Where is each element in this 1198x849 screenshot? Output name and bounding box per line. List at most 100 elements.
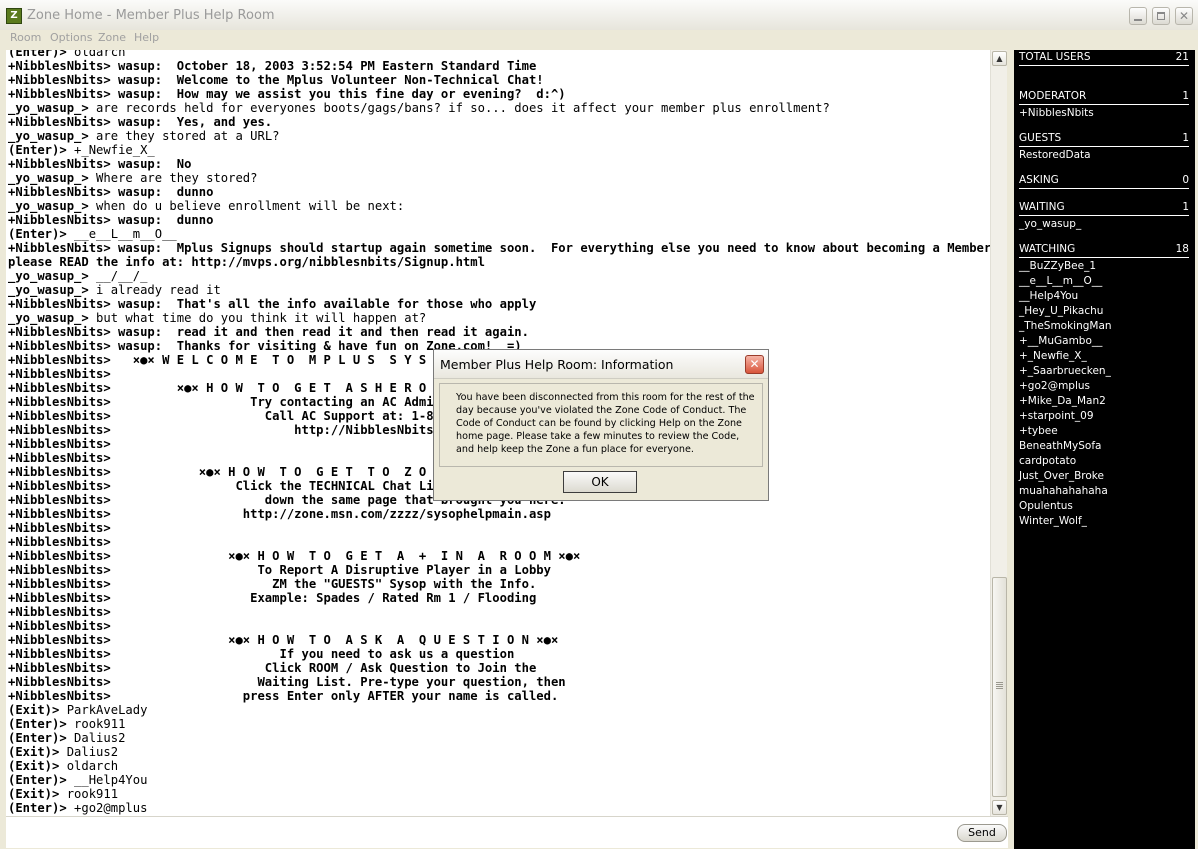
user-list-item[interactable]: +__MuGambo__ xyxy=(1019,335,1102,347)
user-list-item[interactable]: __Help4You xyxy=(1019,290,1078,302)
dialog-message-box: You have been disconnected from this roo… xyxy=(439,383,763,467)
chat-line-prefix: (Exit)> xyxy=(8,787,60,801)
chat-line: +NibblesNbits> xyxy=(8,619,111,633)
chat-line: (Enter)> __e__L__m__O__ xyxy=(8,227,990,241)
user-list-item[interactable]: RestoredData xyxy=(1019,149,1091,161)
user-list-item[interactable]: __BuZZyBee_1 xyxy=(1019,260,1096,272)
chat-line: +NibblesNbits> http://zone.msn.com/zzzz/… xyxy=(8,507,551,521)
user-list-item[interactable]: +NibblesNbits xyxy=(1019,107,1094,119)
menu-room[interactable]: Room xyxy=(10,31,41,44)
user-list-item[interactable]: BeneathMySofa xyxy=(1019,440,1101,452)
chat-line-prefix: _yo_wasup_> xyxy=(8,269,89,283)
chat-line: +NibblesNbits> ZM the "GUESTS" Sysop wit… xyxy=(8,577,537,591)
chat-line: +NibblesNbits> wasup: dunno xyxy=(8,213,214,227)
user-list-item[interactable]: Just_Over_Broke xyxy=(1019,470,1104,482)
chat-line-message: oldarch xyxy=(66,50,126,59)
chat-line-prefix: (Exit)> xyxy=(8,759,60,773)
chat-line: (Exit)> ParkAveLady xyxy=(8,703,990,717)
chat-line-prefix: _yo_wasup_> xyxy=(8,283,89,297)
chat-line: +NibblesNbits> wasup: How may we assist … xyxy=(8,87,566,101)
menu-help[interactable]: Help xyxy=(134,31,159,44)
chat-line: (Exit)> oldarch xyxy=(8,759,990,773)
section-count: 21 xyxy=(1175,51,1189,63)
scroll-down-button[interactable]: ▼ xyxy=(992,800,1007,815)
chat-line-message: rook911 xyxy=(66,717,126,731)
chat-line: (Enter)> oldarch xyxy=(8,50,990,59)
chat-line-message: Where are they stored? xyxy=(88,171,258,185)
chat-line-prefix: (Enter)> xyxy=(8,801,67,815)
user-section-header: ASKING 0 xyxy=(1019,174,1189,189)
chat-scrollbar[interactable]: ▲ ▼ xyxy=(990,50,1007,816)
ok-button[interactable]: OK xyxy=(563,471,637,493)
send-button[interactable]: Send xyxy=(957,824,1007,842)
chat-line: +NibblesNbits> ×●× H O W T O G E T A + I… xyxy=(8,549,581,563)
menu-options[interactable]: Options xyxy=(50,31,92,44)
user-list-item[interactable]: +tybee xyxy=(1019,425,1058,437)
maximize-icon xyxy=(1157,12,1165,20)
dialog-message: You have been disconnected from this roo… xyxy=(456,392,755,455)
chat-line-message: +_Newfie_X_ xyxy=(66,143,155,157)
menu-bar: Room Options Zone Help xyxy=(0,30,1198,48)
chat-line-prefix: _yo_wasup_> xyxy=(8,171,89,185)
chat-line-prefix: (Enter)> xyxy=(8,143,67,157)
user-list-item[interactable]: _Hey_U_Pikachu xyxy=(1019,305,1103,317)
chat-line-message: __Help4You xyxy=(66,773,148,787)
chat-line-message: when do u believe enrollment will be nex… xyxy=(88,199,405,213)
chat-line: (Enter)> rook911 xyxy=(8,717,990,731)
user-list-item[interactable]: Winter_Wolf_ xyxy=(1019,515,1087,527)
dialog-title-bar: Member Plus Help Room: Information ✕ xyxy=(434,350,768,379)
chat-line-prefix: (Exit)> xyxy=(8,745,60,759)
chat-line: +NibblesNbits> Example: Spades / Rated R… xyxy=(8,591,537,605)
user-section-header: MODERATOR 1 xyxy=(1019,90,1189,105)
chat-line: _yo_wasup_> are they stored at a URL? xyxy=(8,129,990,143)
chat-line-message: ParkAveLady xyxy=(59,703,148,717)
user-list-item[interactable]: _yo_wasup_ xyxy=(1019,218,1081,230)
user-section-header: WATCHING 18 xyxy=(1019,243,1189,258)
minimize-icon xyxy=(1134,19,1142,21)
chat-line: _yo_wasup_> when do u believe enrollment… xyxy=(8,199,990,213)
user-list-item[interactable]: __e__L__m__O__ xyxy=(1019,275,1102,287)
chat-line: +NibblesNbits> wasup: Yes, and yes. xyxy=(8,115,273,129)
chat-line: (Exit)> Dalius2 xyxy=(8,745,990,759)
chat-line: +NibblesNbits> wasup: That's all the inf… xyxy=(8,297,537,311)
scroll-thumb[interactable] xyxy=(992,577,1007,797)
dialog-close-button[interactable]: ✕ xyxy=(745,355,764,374)
user-list-item[interactable]: +_Newfie_X_ xyxy=(1019,350,1087,362)
info-dialog: Member Plus Help Room: Information ✕ You… xyxy=(433,349,769,501)
close-icon: ✕ xyxy=(1178,9,1190,23)
dialog-title: Member Plus Help Room: Information xyxy=(440,357,674,372)
user-list-item[interactable]: _TheSmokingMan xyxy=(1019,320,1112,332)
chat-line: +NibblesNbits> If you need to ask us a q… xyxy=(8,647,515,661)
section-count: 0 xyxy=(1182,174,1189,186)
zone-app-icon[interactable]: Z xyxy=(6,8,22,24)
chat-line: +NibblesNbits> ×●× H O W T O A S K A Q U… xyxy=(8,633,559,647)
menu-zone[interactable]: Zone xyxy=(98,31,126,44)
chat-line: +NibblesNbits> wasup: dunno xyxy=(8,185,214,199)
close-button[interactable]: ✕ xyxy=(1175,7,1193,25)
chat-line: (Enter)> Dalius2 xyxy=(8,731,990,745)
chat-line-message: but what time do you think it will happe… xyxy=(88,311,427,325)
chat-input-area[interactable]: Send xyxy=(6,816,1008,848)
user-list-item[interactable]: cardpotato xyxy=(1019,455,1076,467)
user-list-item[interactable]: Opulentus xyxy=(1019,500,1073,512)
user-list-item[interactable]: muahahahahaha xyxy=(1019,485,1108,497)
user-list-item[interactable]: +Mike_Da_Man2 xyxy=(1019,395,1106,407)
section-name: MODERATOR xyxy=(1019,90,1087,102)
close-icon: ✕ xyxy=(749,357,760,371)
chat-line-prefix: (Exit)> xyxy=(8,703,60,717)
chat-line: _yo_wasup_> but what time do you think i… xyxy=(8,311,990,325)
minimize-button[interactable] xyxy=(1129,7,1147,25)
chat-line-prefix: (Enter)> xyxy=(8,773,67,787)
section-name: ASKING xyxy=(1019,174,1059,186)
user-list-item[interactable]: +go2@mplus xyxy=(1019,380,1090,392)
chat-line: +NibblesNbits> Waiting List. Pre-type yo… xyxy=(8,675,566,689)
chat-line-message: Dalius2 xyxy=(66,731,126,745)
chat-line-message: oldarch xyxy=(59,759,119,773)
chat-line-prefix: _yo_wasup_> xyxy=(8,101,89,115)
user-list-item[interactable]: +_Saarbruecken_ xyxy=(1019,365,1111,377)
scroll-up-button[interactable]: ▲ xyxy=(992,51,1007,66)
user-list-item[interactable]: +starpoint_09 xyxy=(1019,410,1094,422)
chat-line: +NibblesNbits> xyxy=(8,605,111,619)
maximize-button[interactable] xyxy=(1152,7,1170,25)
chat-line-message: rook911 xyxy=(59,787,119,801)
